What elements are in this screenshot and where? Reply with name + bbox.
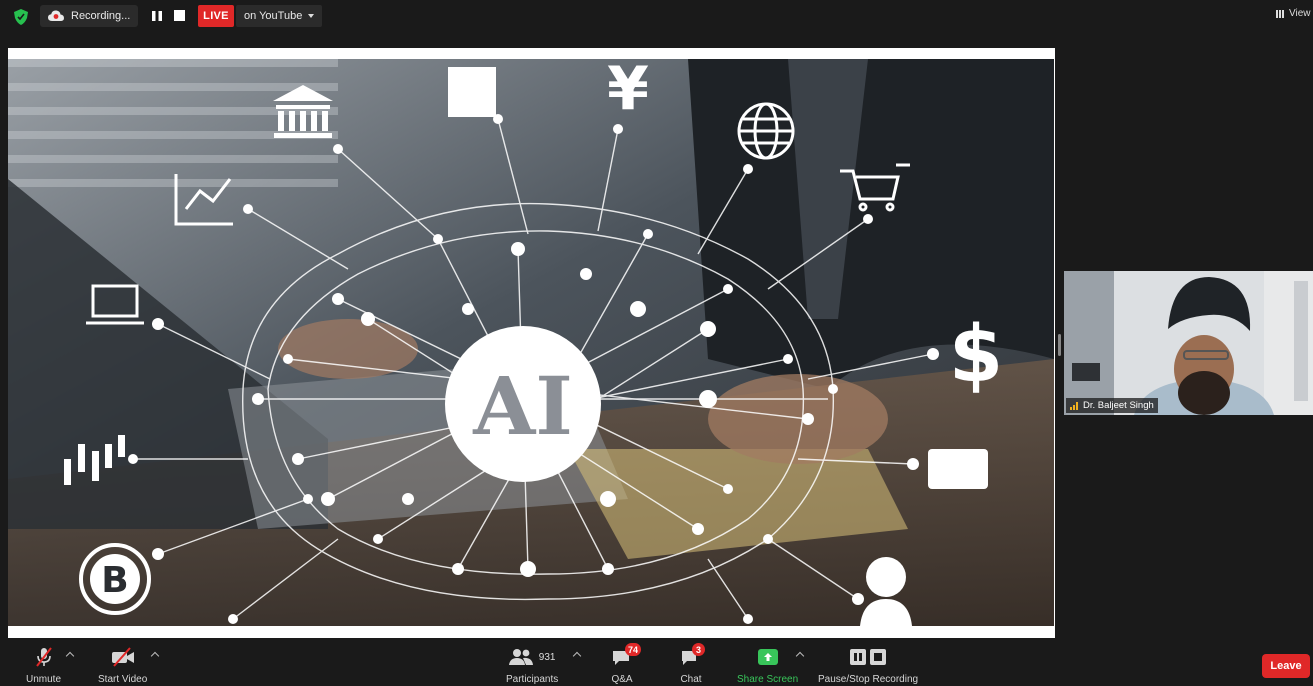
start-video-label: Start Video (98, 674, 148, 685)
chat-label: Chat (680, 674, 702, 685)
participants-options-chevron-icon[interactable] (572, 651, 582, 661)
participants-label: Participants (506, 674, 559, 685)
video-off-icon (111, 647, 134, 667)
ai-center-text: AI (472, 359, 573, 453)
qa-button[interactable]: 74 Q&A (611, 643, 642, 685)
svg-text:$: $ (949, 310, 1003, 400)
audio-level-icon (1070, 402, 1078, 410)
pause-stop-recording-icon (850, 649, 887, 665)
share-screen-button[interactable]: Share Screen (737, 645, 798, 685)
chat-badge: 3 (692, 643, 705, 656)
participant-name: Dr. Baljeet Singh (1083, 400, 1154, 411)
participants-icon (508, 649, 533, 665)
shared-screen-content: AI ¥ $ B (8, 59, 1054, 626)
pause-stop-recording-button[interactable]: Pause/Stop Recording (818, 645, 918, 685)
participant-count: 931 (538, 651, 556, 663)
leave-button[interactable]: Leave (1262, 654, 1310, 678)
video-options-chevron-icon[interactable] (150, 651, 160, 661)
unmute-label: Unmute (26, 674, 62, 685)
stream-target-label: on YouTube (244, 10, 303, 22)
shared-slide-image: AI ¥ $ B (8, 59, 1054, 626)
cloud-record-icon (48, 10, 64, 21)
participants-button[interactable]: 931 Participants (506, 645, 558, 685)
participant-video-tile[interactable]: Dr. Baljeet Singh (1064, 271, 1313, 415)
start-video-button[interactable]: Start Video (98, 645, 147, 685)
pause-icon[interactable] (151, 10, 163, 22)
meeting-toolbar: Unmute Start Video 931 Participants 74 Q… (0, 641, 1313, 686)
mic-muted-icon (35, 647, 52, 667)
qa-label: Q&A (611, 674, 633, 685)
view-button[interactable]: View (1276, 8, 1311, 19)
recording-status-text: Recording... (71, 10, 131, 22)
participant-video-feed (1064, 271, 1313, 415)
shield-icon[interactable] (14, 9, 28, 25)
audio-options-chevron-icon[interactable] (65, 651, 75, 661)
unmute-button[interactable]: Unmute (26, 645, 61, 685)
stop-icon[interactable] (174, 10, 185, 21)
chevron-down-icon (308, 14, 315, 18)
chat-button[interactable]: 3 Chat (680, 643, 705, 685)
pause-stop-recording-label: Pause/Stop Recording (818, 674, 919, 685)
qa-badge: 74 (625, 643, 642, 656)
share-screen-label: Share Screen (737, 674, 799, 685)
svg-text:B: B (101, 560, 128, 601)
share-screen-icon (757, 649, 778, 665)
participant-name-tag: Dr. Baljeet Singh (1066, 398, 1158, 413)
live-stream-dropdown[interactable]: on YouTube (236, 5, 323, 27)
live-badge[interactable]: LIVE (198, 5, 234, 27)
cloud-recording-indicator[interactable]: Recording... (40, 5, 139, 27)
svg-text:¥: ¥ (607, 59, 649, 124)
panel-resize-handle[interactable] (1058, 334, 1061, 356)
meeting-top-bar: Recording... LIVE on YouTube View (0, 0, 1313, 34)
grid-view-icon (1276, 9, 1285, 18)
view-label: View (1289, 8, 1311, 19)
